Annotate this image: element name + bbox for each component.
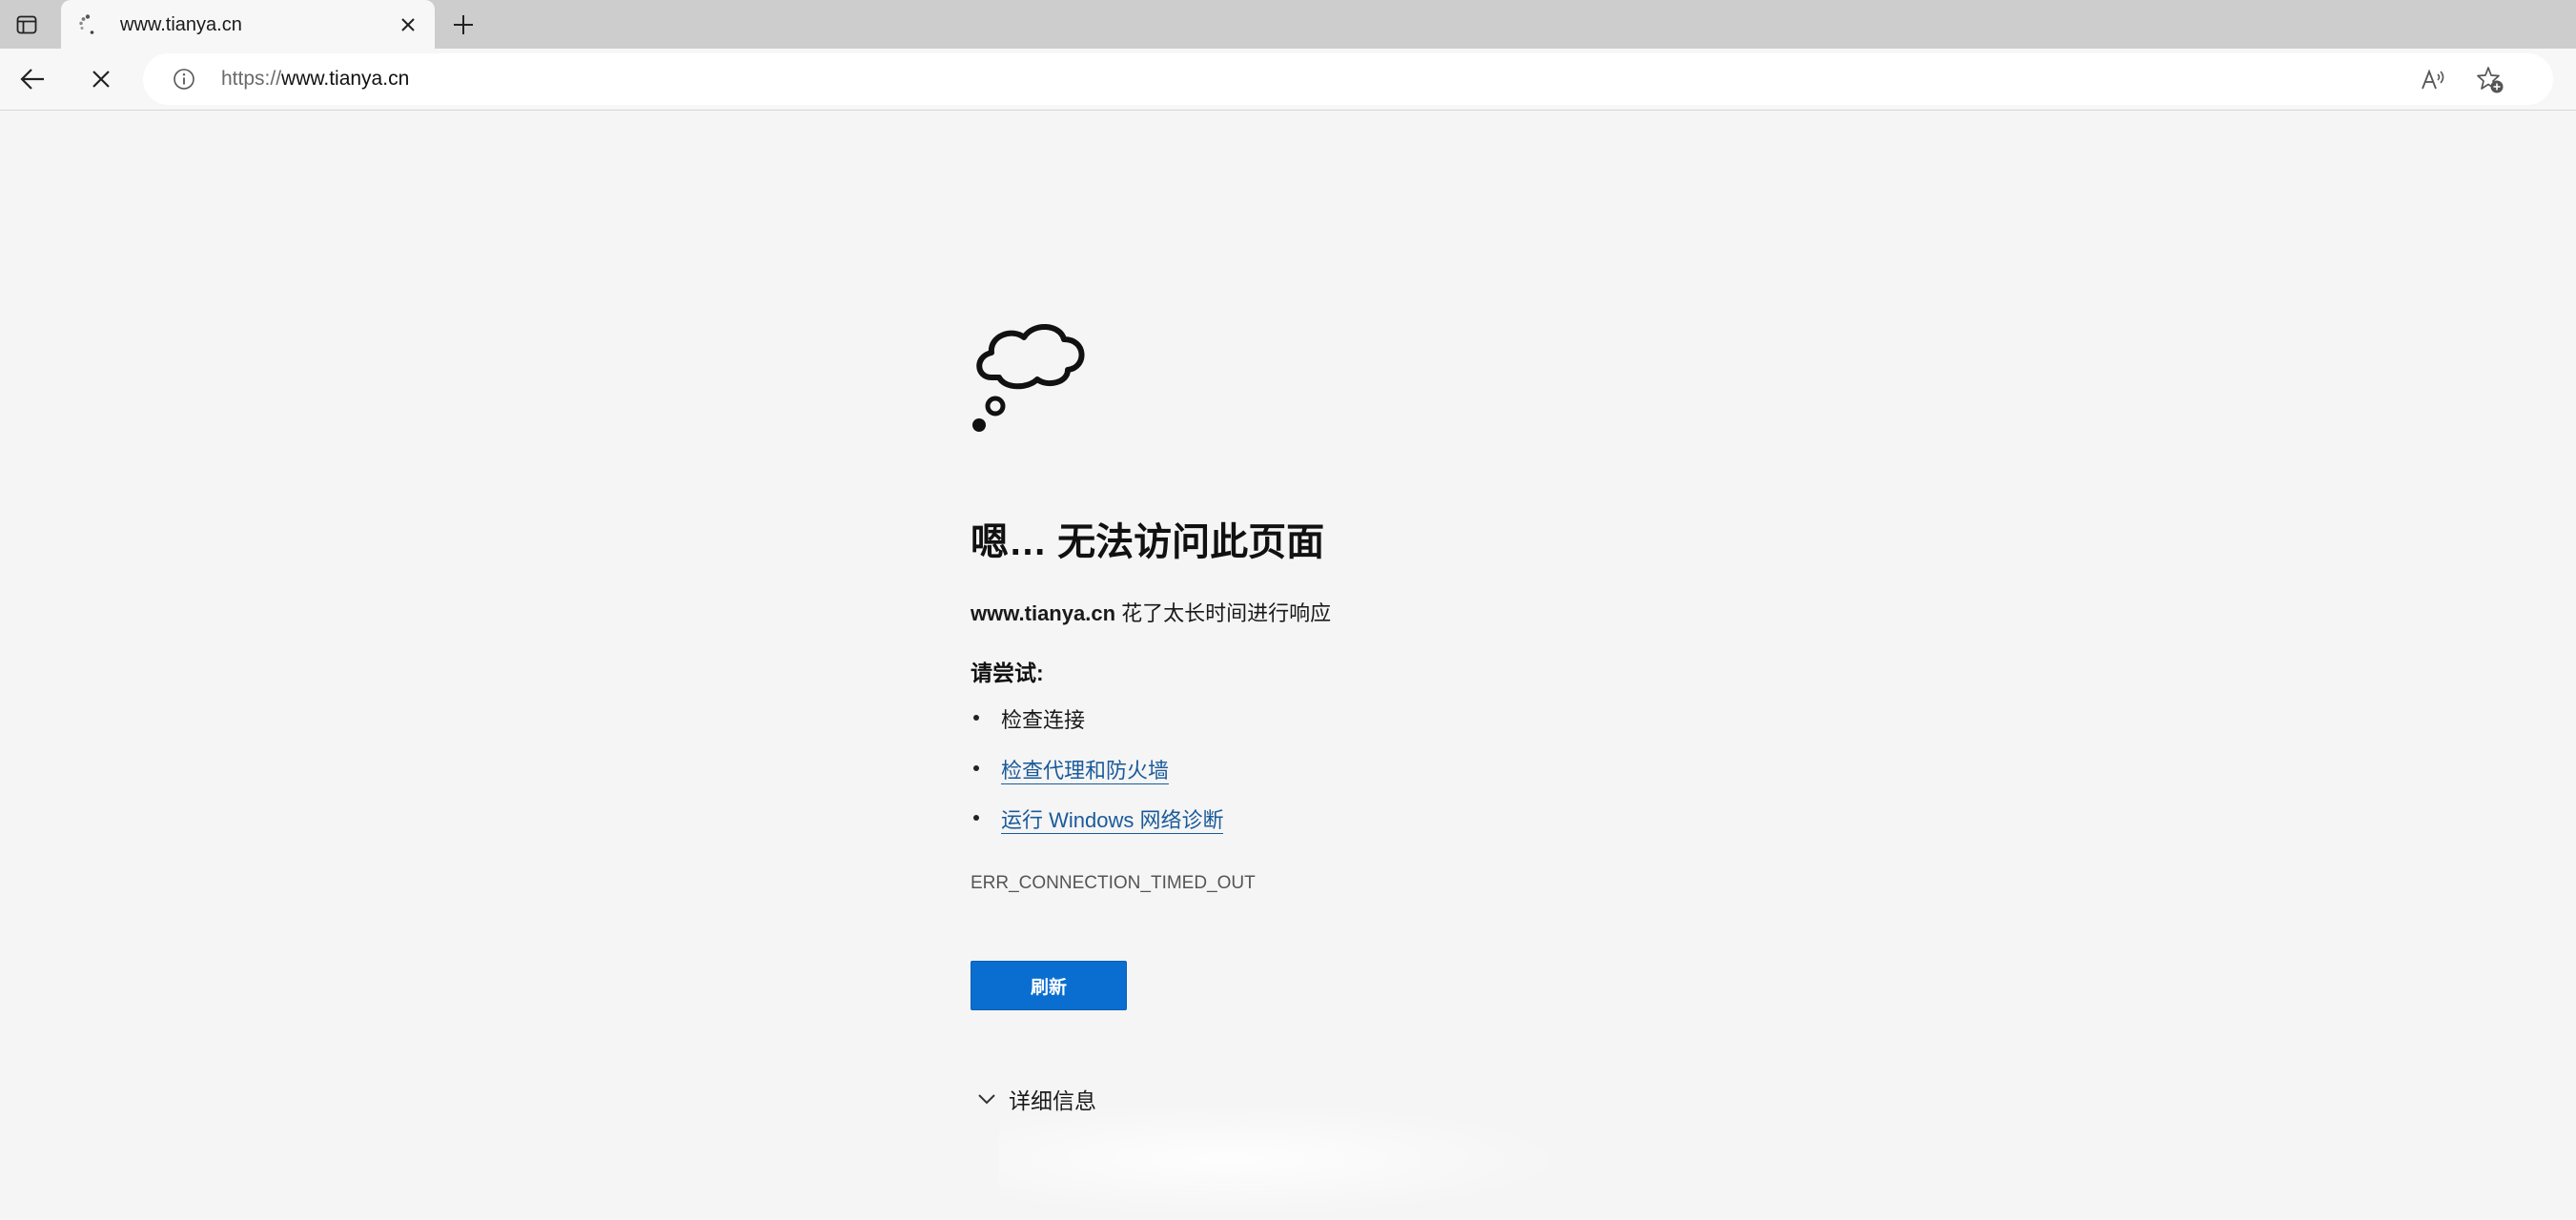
stop-icon (92, 71, 110, 88)
add-favorite-icon (2477, 67, 2504, 93)
back-arrow-icon (20, 69, 44, 90)
stop-loading-button[interactable] (80, 58, 122, 100)
error-description: 花了太长时间进行响应 (1115, 601, 1332, 625)
blurred-overlay (999, 1102, 1571, 1216)
new-tab-button[interactable] (444, 6, 482, 44)
suggestion-check-proxy-firewall-link[interactable]: 检查代理和防火墙 (1001, 758, 1170, 784)
add-favorite-button[interactable] (2473, 63, 2507, 97)
error-host: www.tianya.cn (971, 601, 1116, 625)
suggestion-check-connection: 检查连接 (1001, 708, 1086, 732)
details-toggle[interactable]: 详细信息 (976, 1083, 1096, 1115)
suggestion-network-diagnostics-link[interactable]: 运行 Windows 网络诊断 (1001, 808, 1224, 834)
suggestion-item: 运行 Windows 网络诊断 (971, 803, 1224, 854)
browser-toolbar: https://www.tianya.cn (0, 49, 2576, 111)
read-aloud-button[interactable] (2416, 63, 2450, 97)
suggestion-list: 检查连接 检查代理和防火墙 运行 Windows 网络诊断 (971, 703, 1224, 854)
url-host: www.tianya.cn (281, 68, 410, 90)
close-icon (401, 18, 415, 31)
error-headline: 嗯… 无法访问此页面 (971, 521, 1325, 563)
chevron-down-icon (978, 1094, 995, 1105)
bullet (973, 815, 979, 821)
bullet (973, 764, 979, 771)
info-icon (174, 69, 194, 90)
error-code: ERR_CONNECTION_TIMED_OUT (971, 873, 1256, 893)
back-button[interactable] (11, 58, 53, 100)
try-label: 请尝试: (971, 661, 1044, 685)
address-bar[interactable]: https://www.tianya.cn (143, 53, 2553, 105)
details-label: 详细信息 (1009, 1088, 1096, 1113)
browser-tab[interactable]: www.tianya.cn (61, 0, 435, 49)
loading-spinner-icon (79, 14, 94, 34)
plus-icon (454, 15, 473, 34)
read-aloud-icon (2422, 69, 2444, 90)
tab-strip: www.tianya.cn (0, 0, 2576, 49)
site-info-button[interactable] (170, 65, 198, 93)
suggestion-item: 检查代理和防火墙 (971, 754, 1223, 804)
tab-close-button[interactable] (393, 10, 423, 40)
refresh-button[interactable]: 刷新 (971, 961, 1127, 1010)
bullet (973, 715, 979, 721)
thought-cloud-icon (972, 324, 1085, 432)
suggestion-item: 检查连接 (971, 703, 1223, 754)
tab-actions-icon (16, 15, 37, 34)
tab-actions-button[interactable] (8, 6, 46, 44)
error-message: www.tianya.cn 花了太长时间进行响应 (971, 597, 1331, 627)
tab-title: www.tianya.cn (120, 14, 242, 35)
url-scheme: https:// (221, 68, 282, 90)
url-text[interactable]: https://www.tianya.cn (221, 68, 409, 91)
